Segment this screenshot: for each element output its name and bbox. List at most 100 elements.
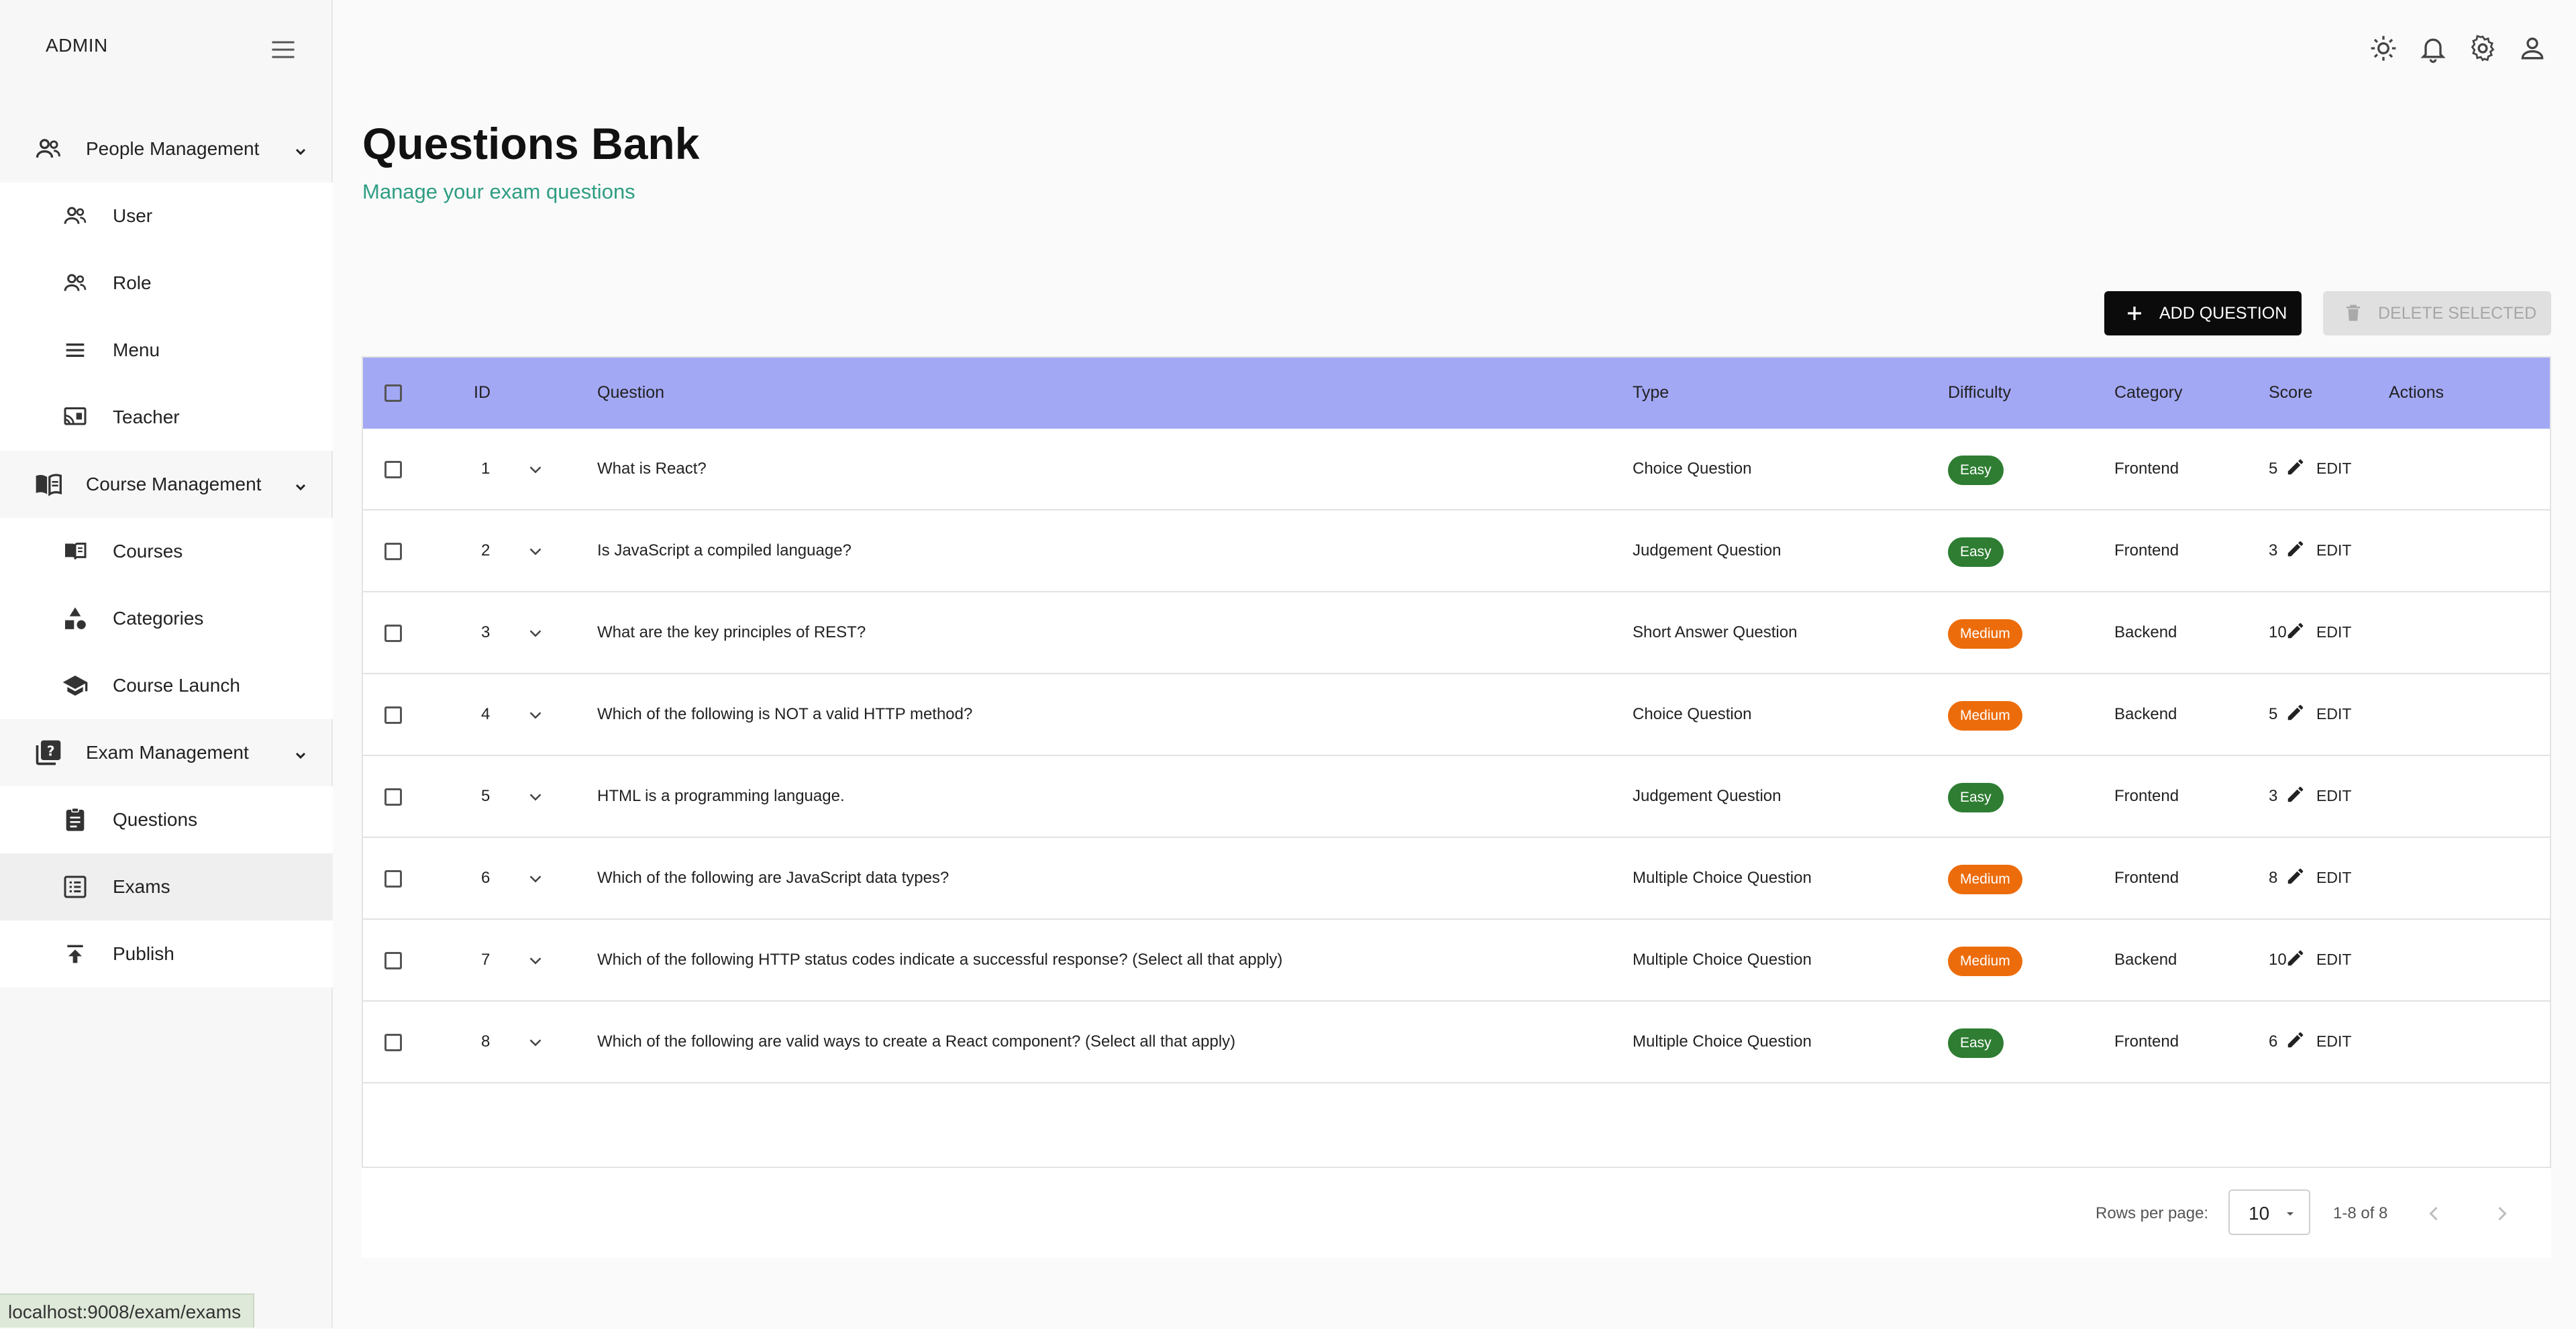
pencil-icon xyxy=(2285,948,2306,968)
edit-button[interactable]: EDIT xyxy=(2279,939,2351,979)
account-person-icon[interactable] xyxy=(2518,34,2547,63)
difficulty-badge: Easy xyxy=(1948,456,2004,485)
row-checkbox[interactable] xyxy=(384,543,402,560)
row-checkbox[interactable] xyxy=(384,625,402,642)
expand-chevron-icon[interactable] xyxy=(525,541,546,562)
table-row: 8 Which of the following are valid ways t… xyxy=(363,1002,2550,1083)
expand-chevron-icon[interactable] xyxy=(525,705,546,725)
expand-chevron-icon[interactable] xyxy=(525,951,546,971)
assignment-icon xyxy=(62,806,89,833)
table-row: 5 HTML is a programming language. Judgemen… xyxy=(363,756,2550,838)
cell-id: 8 xyxy=(481,1032,491,1051)
page-subtitle: Manage your exam questions xyxy=(362,180,635,203)
row-checkbox[interactable] xyxy=(384,870,402,888)
pencil-icon xyxy=(2285,1030,2306,1050)
cell-score: 6 xyxy=(2269,1032,2278,1051)
cell-id: 3 xyxy=(481,623,491,641)
sidebar-item-course-launch[interactable]: Course Launch xyxy=(0,652,333,719)
column-header-score[interactable]: Score xyxy=(2269,383,2312,403)
edit-label: EDIT xyxy=(2316,460,2352,477)
cell-score: 5 xyxy=(2269,705,2278,723)
row-checkbox[interactable] xyxy=(384,788,402,806)
expand-chevron-icon[interactable] xyxy=(525,1032,546,1053)
sidebar-item-teacher[interactable]: Teacher xyxy=(0,384,333,451)
cell-type: Choice Question xyxy=(1633,460,1752,478)
expand-chevron-icon[interactable] xyxy=(525,869,546,889)
brand-title: ADMIN xyxy=(46,35,108,56)
sidebar-item-label: Exams xyxy=(113,876,170,897)
column-header-actions: Actions xyxy=(2389,383,2444,402)
edit-label: EDIT xyxy=(2316,623,2352,641)
quiz-icon: ? xyxy=(34,738,63,767)
add-question-button[interactable]: ADD QUESTION xyxy=(2104,291,2302,335)
table-row: 6 Which of the following are JavaScript d… xyxy=(363,838,2550,920)
edit-button[interactable]: EDIT xyxy=(2279,775,2351,815)
sidebar-item-publish[interactable]: Publish xyxy=(0,920,333,988)
row-checkbox[interactable] xyxy=(384,706,402,724)
edit-button[interactable]: EDIT xyxy=(2279,611,2351,651)
sidebar-item-exams[interactable]: Exams xyxy=(0,853,333,920)
list-alt-icon xyxy=(62,873,89,900)
cell-question: Which of the following are JavaScript da… xyxy=(597,869,949,887)
nav-group-course-management[interactable]: Course Management xyxy=(0,451,333,518)
expand-chevron-icon[interactable] xyxy=(525,787,546,807)
row-checkbox[interactable] xyxy=(384,461,402,478)
column-header-type[interactable]: Type xyxy=(1633,383,1669,403)
pagination-range: 1-8 of 8 xyxy=(2333,1204,2388,1222)
people-icon xyxy=(62,203,89,229)
sidebar-item-categories[interactable]: Categories xyxy=(0,585,333,652)
notifications-bell-icon[interactable] xyxy=(2418,34,2448,63)
sidebar-item-label: Publish xyxy=(113,943,174,964)
expand-chevron-icon[interactable] xyxy=(525,460,546,480)
rows-per-page-select[interactable]: 10 xyxy=(2228,1189,2310,1235)
table-row: 1 What is React? Choice Question Easy Fronte… xyxy=(363,429,2550,511)
cell-question: What is React? xyxy=(597,460,707,478)
cell-type: Judgement Question xyxy=(1633,541,1782,560)
sidebar-item-label: Menu xyxy=(113,339,160,360)
nav-group-people-management[interactable]: People Management xyxy=(0,115,333,182)
sidebar-item-role[interactable]: Role xyxy=(0,250,333,317)
nav-group-exam-management[interactable]: ? Exam Management xyxy=(0,719,333,786)
select-all-checkbox[interactable] xyxy=(384,384,402,402)
row-checkbox[interactable] xyxy=(384,1034,402,1051)
row-checkbox[interactable] xyxy=(384,952,402,969)
previous-page-icon[interactable] xyxy=(2422,1202,2446,1226)
settings-gear-icon[interactable] xyxy=(2468,34,2497,63)
edit-button[interactable]: EDIT xyxy=(2279,529,2351,570)
cell-category: Frontend xyxy=(2114,869,2179,887)
cell-question: Is JavaScript a compiled language? xyxy=(597,541,852,560)
edit-button[interactable]: EDIT xyxy=(2279,1020,2351,1061)
edit-button[interactable]: EDIT xyxy=(2279,857,2351,897)
table-row: 2 Is JavaScript a compiled language? Judge… xyxy=(363,511,2550,592)
pencil-icon xyxy=(2285,539,2306,559)
column-header-id[interactable]: ID xyxy=(474,383,491,403)
column-header-category[interactable]: Category xyxy=(2114,383,2182,403)
column-header-question[interactable]: Question xyxy=(597,383,664,403)
sidebar-item-questions[interactable]: Questions xyxy=(0,786,333,853)
book-icon xyxy=(62,538,89,565)
difficulty-badge: Medium xyxy=(1948,701,2022,731)
theme-sun-icon[interactable] xyxy=(2369,34,2398,63)
edit-button[interactable]: EDIT xyxy=(2279,693,2351,733)
menu-toggle-icon[interactable] xyxy=(268,35,298,64)
expand-chevron-icon[interactable] xyxy=(525,623,546,643)
delete-selected-button[interactable]: DELETE SELECTED xyxy=(2323,291,2551,335)
cell-type: Multiple Choice Question xyxy=(1633,951,1812,969)
menu-book-icon xyxy=(34,470,63,499)
sidebar-item-user[interactable]: User xyxy=(0,182,333,250)
column-header-difficulty[interactable]: Difficulty xyxy=(1948,383,2011,403)
sidebar-item-menu[interactable]: Menu xyxy=(0,317,333,384)
next-page-icon[interactable] xyxy=(2490,1202,2514,1226)
category-shapes-icon xyxy=(62,605,89,632)
people-icon xyxy=(34,134,63,164)
cell-type: Judgement Question xyxy=(1633,787,1782,805)
pencil-icon xyxy=(2285,702,2306,723)
cell-question: What are the key principles of REST? xyxy=(597,623,866,641)
sidebar-item-courses[interactable]: Courses xyxy=(0,518,333,585)
cell-type: Multiple Choice Question xyxy=(1633,869,1812,887)
cell-id: 7 xyxy=(481,951,491,969)
edit-button[interactable]: EDIT xyxy=(2279,447,2351,488)
pagination: Rows per page: 10 1-8 of 8 xyxy=(362,1168,2551,1258)
table-row: 4 Which of the following is NOT a valid H… xyxy=(363,674,2550,756)
cell-id: 5 xyxy=(481,787,491,805)
